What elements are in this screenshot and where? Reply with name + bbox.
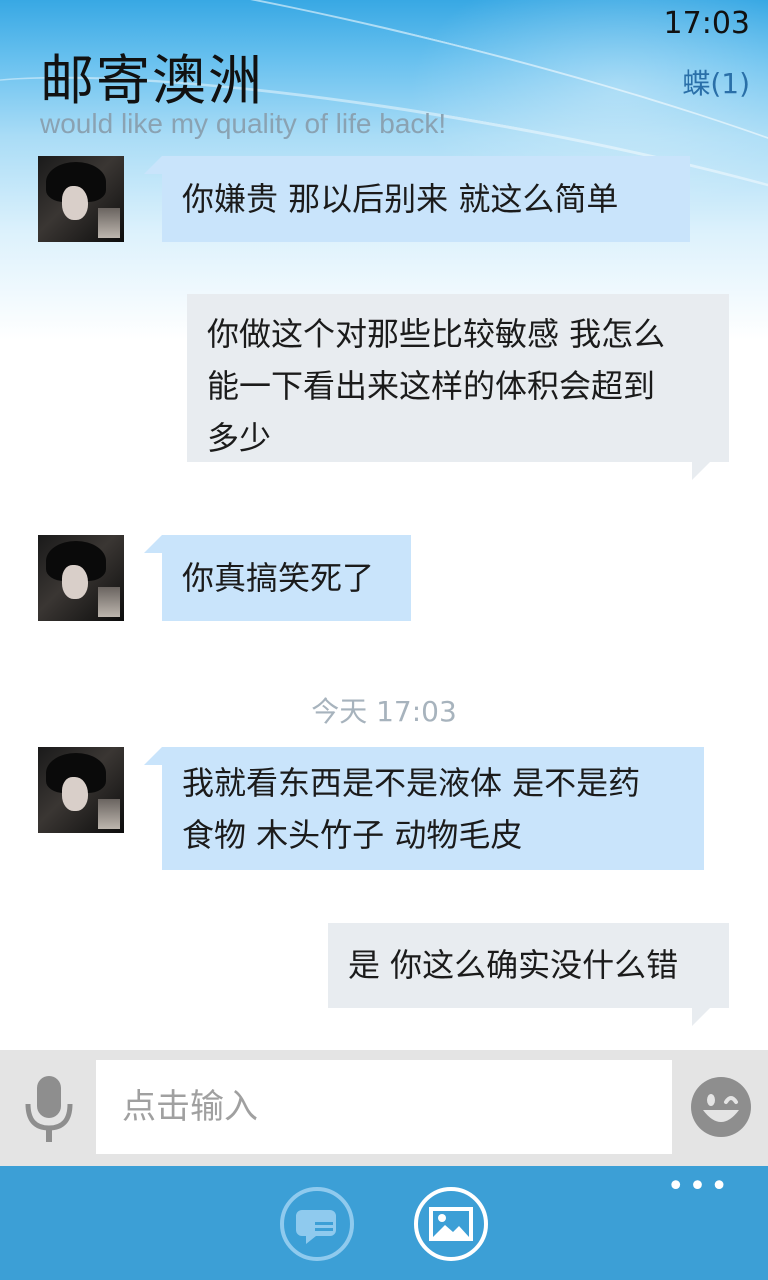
notification-badge[interactable]: 蝶(1) (682, 62, 750, 102)
image-icon[interactable] (413, 1186, 489, 1262)
bubble-tail (692, 462, 710, 480)
smiley-icon[interactable] (690, 1076, 752, 1138)
message-text: 你嫌贵 那以后别来 就这么简单 (182, 180, 619, 218)
bubble-tail (692, 1008, 710, 1026)
message-bubble-incoming[interactable]: 我就看东西是不是液体 是不是药 食物 木头竹子 动物毛皮 (162, 747, 704, 870)
time-separator: 今天 17:03 (311, 695, 457, 728)
message-input[interactable] (96, 1060, 672, 1154)
contact-signature: would like my quality of life back! (40, 108, 447, 139)
avatar[interactable] (38, 156, 124, 242)
avatar[interactable] (38, 535, 124, 621)
message-bubble-incoming[interactable]: 你嫌贵 那以后别来 就这么简单 (162, 156, 690, 242)
avatar[interactable] (38, 747, 124, 833)
status-time: 17:03 (663, 6, 750, 41)
message-text: 你真搞笑死了 (182, 559, 375, 597)
page-title: 邮寄澳洲 (40, 49, 264, 112)
message-bubble-outgoing[interactable]: 你做这个对那些比较敏感 我怎么 能一下看出来这样的体积会超到 多少 (187, 294, 729, 462)
bubble-tail (144, 747, 162, 765)
message-text: 是 你这么确实没什么错 (348, 946, 679, 984)
chat-bubble-icon[interactable] (279, 1186, 355, 1262)
message-text: 你做这个对那些比较敏感 我怎么 能一下看出来这样的体积会超到 多少 (207, 315, 666, 457)
microphone-icon[interactable] (22, 1074, 76, 1146)
message-text: 我就看东西是不是液体 是不是药 食物 木头竹子 动物毛皮 (182, 764, 641, 854)
bubble-tail (144, 535, 162, 553)
bubble-tail (144, 156, 162, 174)
message-bubble-incoming[interactable]: 你真搞笑死了 (162, 535, 411, 621)
message-bubble-outgoing[interactable]: 是 你这么确实没什么错 (328, 923, 729, 1008)
more-menu-button[interactable]: ••• (667, 1172, 732, 1202)
app-bar (0, 1166, 768, 1280)
